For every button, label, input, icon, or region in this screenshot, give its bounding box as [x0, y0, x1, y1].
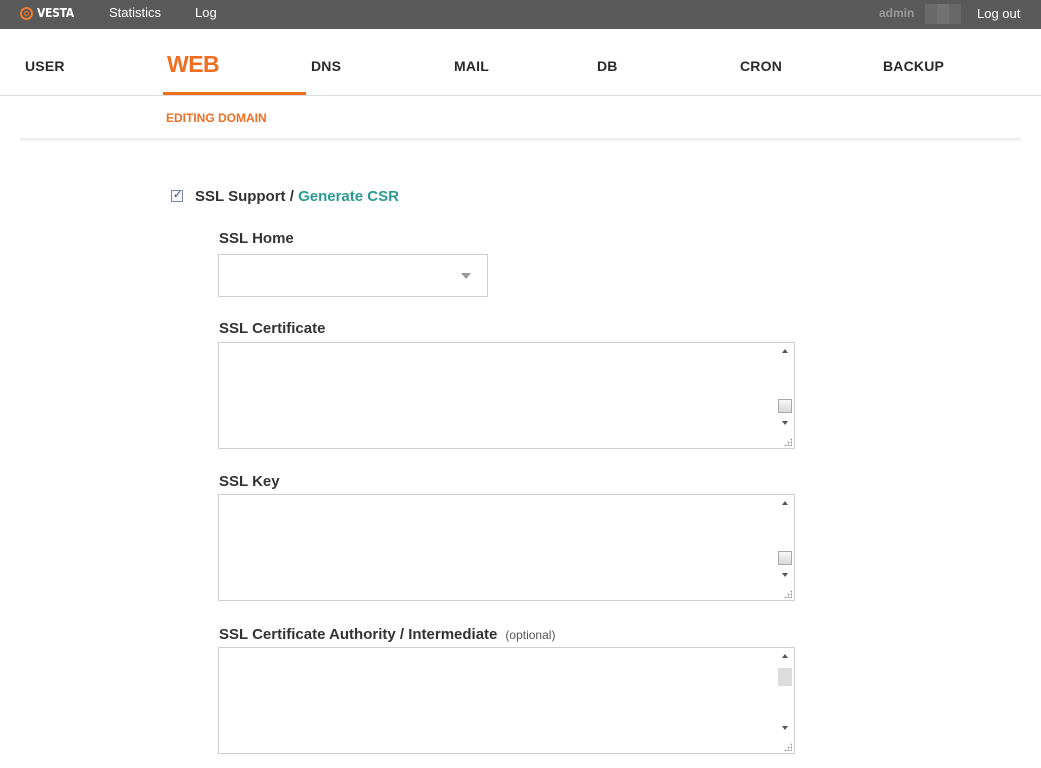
- username[interactable]: admin: [879, 6, 914, 20]
- ssl-support-checkbox[interactable]: [171, 188, 183, 202]
- scroll-up-icon[interactable]: [782, 349, 788, 353]
- scroll-up-icon[interactable]: [782, 501, 788, 505]
- ssl-home-select[interactable]: [218, 254, 488, 297]
- log-link[interactable]: Log: [195, 5, 217, 20]
- ssl-ca-label: SSL Certificate Authority / Intermediate…: [219, 626, 555, 643]
- ssl-certificate-label: SSL Certificate: [219, 320, 326, 337]
- scroll-thumb[interactable]: [778, 551, 792, 565]
- generate-csr-link[interactable]: Generate CSR: [298, 188, 399, 205]
- vesta-logo-icon: [20, 6, 33, 20]
- ssl-key-label: SSL Key: [219, 473, 280, 490]
- scrollbar[interactable]: [777, 648, 794, 736]
- chevron-down-icon: [461, 273, 471, 279]
- optional-hint: (optional): [505, 628, 556, 642]
- statistics-link[interactable]: Statistics: [109, 5, 161, 20]
- nav-web[interactable]: WEB: [167, 51, 220, 78]
- scrollbar[interactable]: [777, 495, 794, 583]
- nav-mail[interactable]: MAIL: [454, 58, 489, 74]
- page-title: EDITING DOMAIN: [166, 111, 267, 125]
- logout-link[interactable]: Log out: [977, 6, 1020, 21]
- scroll-down-icon[interactable]: [782, 421, 788, 425]
- nav-db[interactable]: DB: [597, 58, 618, 74]
- resize-grip-icon[interactable]: [784, 590, 792, 598]
- active-tab-indicator: [163, 92, 306, 95]
- scroll-up-icon[interactable]: [782, 654, 788, 658]
- resize-grip-icon[interactable]: [784, 743, 792, 751]
- nav-user[interactable]: USER: [25, 58, 65, 74]
- scroll-down-icon[interactable]: [782, 726, 788, 730]
- scroll-thumb[interactable]: [778, 668, 792, 686]
- scroll-down-icon[interactable]: [782, 573, 788, 577]
- scrollbar[interactable]: [777, 343, 794, 431]
- ssl-support-text: SSL Support /: [195, 188, 294, 205]
- top-bar: VESTA Statistics Log admin Log out: [0, 0, 1041, 29]
- ssl-key-textarea[interactable]: [218, 494, 795, 601]
- scroll-thumb[interactable]: [778, 399, 792, 413]
- sub-nav: [0, 96, 1041, 140]
- ssl-support-label: SSL Support / Generate CSR: [195, 188, 399, 205]
- ssl-certificate-textarea[interactable]: [218, 342, 795, 449]
- nav-backup[interactable]: BACKUP: [883, 58, 944, 74]
- main-nav: USER WEB DNS MAIL DB CRON BACKUP: [0, 29, 1041, 96]
- brand-name: VESTA: [37, 6, 74, 20]
- subnav-divider: [20, 138, 1021, 142]
- ssl-ca-textarea[interactable]: [218, 647, 795, 754]
- ssl-home-label: SSL Home: [219, 230, 294, 247]
- ssl-ca-label-text: SSL Certificate Authority / Intermediate: [219, 626, 498, 643]
- nav-dns[interactable]: DNS: [311, 58, 341, 74]
- avatar: [925, 4, 961, 24]
- resize-grip-icon[interactable]: [784, 438, 792, 446]
- vesta-logo[interactable]: VESTA: [20, 4, 74, 22]
- nav-cron[interactable]: CRON: [740, 58, 782, 74]
